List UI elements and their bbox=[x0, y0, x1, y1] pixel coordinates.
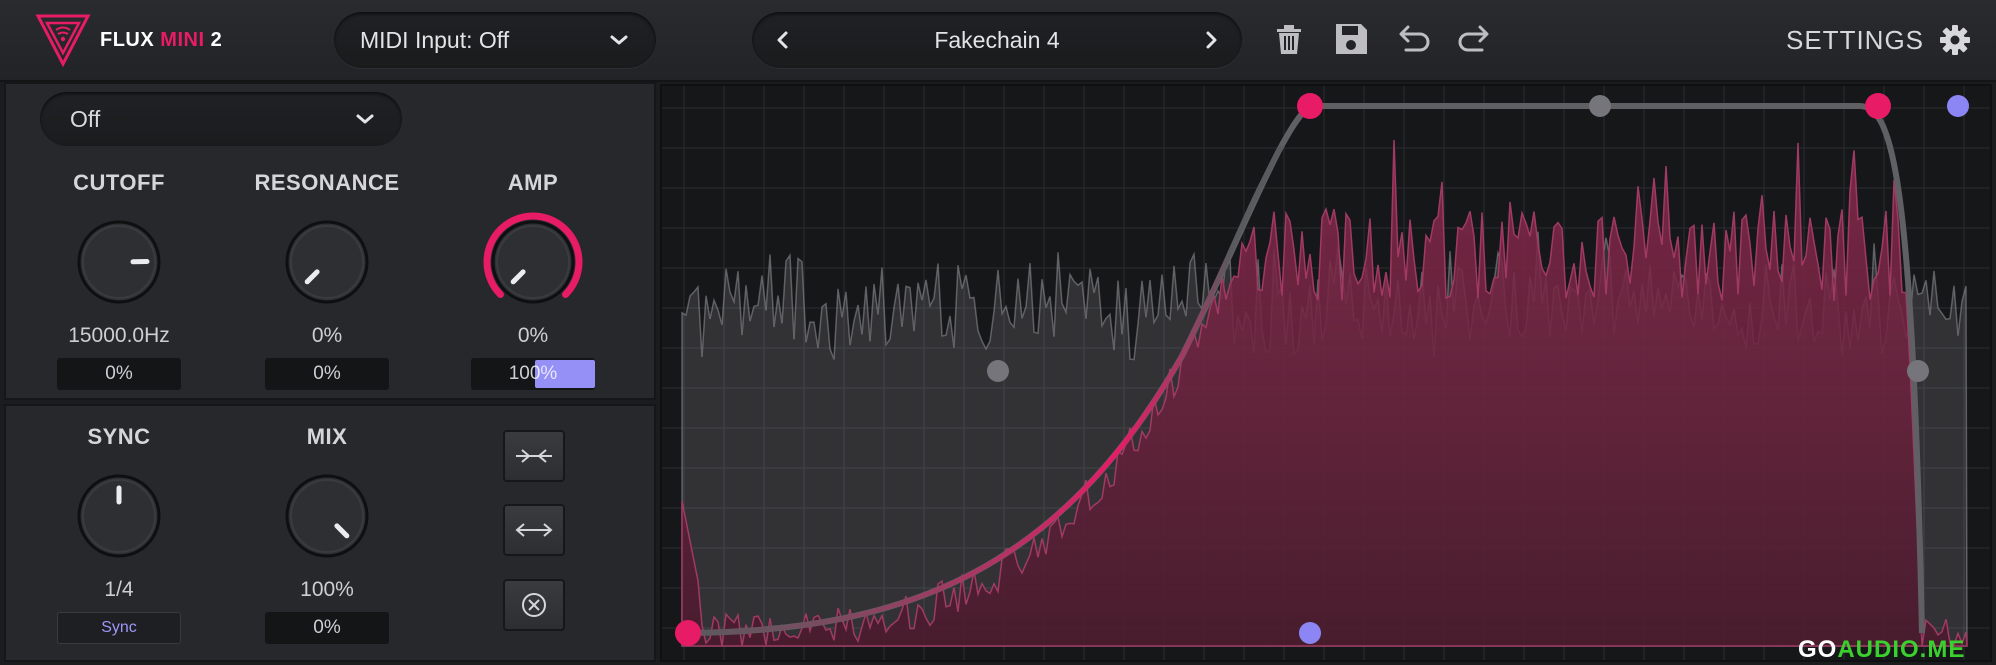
mix-mod-field[interactable]: 0% bbox=[265, 612, 389, 644]
mix-value: 100% bbox=[300, 578, 354, 601]
sync-knob[interactable] bbox=[69, 466, 169, 566]
reset-icon bbox=[522, 593, 546, 617]
resonance-knob[interactable] bbox=[277, 212, 377, 312]
watermark-suffix: AUDIO.ME bbox=[1837, 636, 1966, 663]
logo-mini: MINI bbox=[160, 28, 205, 51]
trash-icon[interactable] bbox=[1270, 20, 1308, 58]
save-icon[interactable] bbox=[1332, 20, 1370, 58]
watermark: GOAUDIO.ME bbox=[1798, 636, 1965, 664]
trigger-dropdown-value: Off bbox=[70, 105, 101, 132]
resonance-value: 0% bbox=[311, 324, 343, 347]
cutoff-knob[interactable] bbox=[69, 212, 169, 312]
curve-handle[interactable] bbox=[987, 360, 1009, 382]
envelope-graph[interactable] bbox=[662, 86, 1990, 660]
resonance-label: RESONANCE bbox=[254, 170, 400, 195]
envelope-end-point[interactable] bbox=[1947, 95, 1969, 117]
resonance-mod-field[interactable]: 0% bbox=[265, 358, 389, 390]
chevron-down-icon bbox=[610, 35, 628, 45]
sync-value: 1/4 bbox=[104, 578, 134, 601]
next-preset-icon[interactable] bbox=[1200, 29, 1222, 51]
envelope-point[interactable] bbox=[675, 620, 701, 646]
amp-knob[interactable] bbox=[483, 212, 583, 312]
expand-icon bbox=[515, 523, 553, 537]
undo-icon[interactable] bbox=[1394, 20, 1432, 58]
gear-icon bbox=[1940, 25, 1971, 55]
logo-version: 2 bbox=[210, 28, 223, 51]
envelope-point[interactable] bbox=[1297, 93, 1323, 119]
logo-text: FLUX MINI 2 bbox=[100, 29, 222, 52]
cutoff-value: 15000.0Hz bbox=[68, 324, 170, 347]
reset-button[interactable] bbox=[503, 579, 565, 631]
mix-knob[interactable] bbox=[277, 466, 377, 566]
resonance-control: RESONANCE 0% 0% bbox=[237, 170, 417, 390]
preset-name[interactable]: Fakechain 4 bbox=[934, 27, 1059, 54]
amp-label: AMP bbox=[507, 170, 559, 195]
logo: FLUX MINI 2 bbox=[34, 12, 244, 68]
prev-preset-icon[interactable] bbox=[772, 29, 794, 51]
sync-label: SYNC bbox=[87, 424, 151, 449]
curve-handle[interactable] bbox=[1589, 95, 1611, 117]
sync-control: SYNC 1/4 Sync bbox=[29, 424, 209, 644]
chevron-down-icon bbox=[356, 114, 374, 124]
cutoff-control: CUTOFF 15000.0Hz 0% bbox=[29, 170, 209, 390]
settings-label: SETTINGS bbox=[1786, 24, 1925, 55]
mix-control: MIX 100% 0% bbox=[237, 424, 417, 644]
amp-control: AMP 0% 100% bbox=[443, 170, 623, 390]
amp-mod-field[interactable]: 100% bbox=[471, 358, 595, 390]
mix-label: MIX bbox=[306, 424, 348, 449]
preset-selector: Fakechain 4 bbox=[752, 12, 1242, 68]
settings-button[interactable]: SETTINGS bbox=[1786, 20, 1972, 60]
compress-button[interactable] bbox=[503, 430, 565, 482]
top-bar: FLUX MINI 2 MIDI Input: Off Fakechain 4 bbox=[0, 0, 1996, 82]
redo-icon[interactable] bbox=[1456, 20, 1494, 58]
envelope-editor[interactable] bbox=[660, 84, 1992, 662]
envelope-anchor-point[interactable] bbox=[1299, 622, 1321, 644]
flux-logo-icon bbox=[35, 14, 91, 68]
logo-flux: FLUX bbox=[100, 28, 155, 51]
sync-mode-button[interactable]: Sync bbox=[57, 612, 181, 644]
compress-icon bbox=[516, 449, 552, 463]
cutoff-mod-field[interactable]: 0% bbox=[57, 358, 181, 390]
midi-input-dropdown[interactable]: MIDI Input: Off bbox=[334, 12, 656, 68]
midi-input-label: MIDI Input: Off bbox=[360, 26, 510, 53]
envelope-point[interactable] bbox=[1865, 93, 1891, 119]
curve-handle[interactable] bbox=[1907, 360, 1929, 382]
trigger-dropdown[interactable]: Off bbox=[40, 92, 402, 146]
amp-value: 0% bbox=[517, 324, 549, 347]
cutoff-label: CUTOFF bbox=[73, 170, 165, 195]
expand-button[interactable] bbox=[503, 504, 565, 556]
watermark-prefix: GO bbox=[1798, 636, 1838, 663]
